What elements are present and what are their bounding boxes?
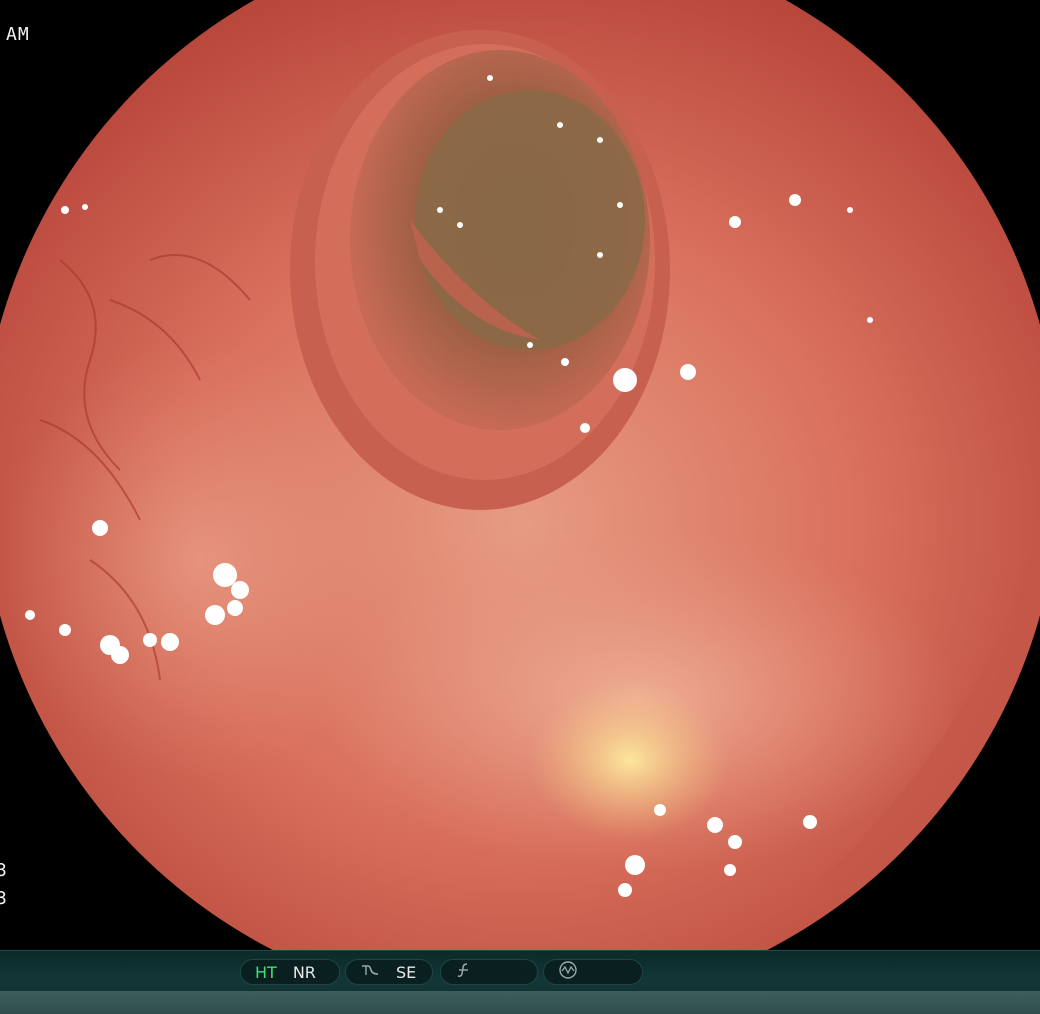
status-pill-waveform[interactable] — [543, 959, 643, 985]
nr-label: NR — [292, 962, 316, 982]
status-bar: HT NR SE — [0, 950, 1040, 1014]
status-pill-se[interactable]: SE — [345, 959, 433, 985]
status-pill-function[interactable] — [440, 959, 538, 985]
function-icon — [455, 962, 473, 983]
overlay-label-left-2: 3 — [0, 888, 8, 909]
endoscopy-image — [0, 0, 1040, 950]
overlay-label-left-1: 3 — [0, 860, 8, 881]
status-pill-ht-nr[interactable]: HT NR — [240, 959, 340, 985]
status-bar-strip — [0, 991, 1040, 1014]
curve-icon — [360, 962, 380, 983]
overlay-label-top-left: AM — [6, 24, 30, 45]
ht-label: HT — [255, 962, 277, 982]
endoscope-screen: AM 3 3 HT NR SE — [0, 0, 1040, 1014]
waveform-icon — [558, 960, 578, 985]
se-label: SE — [396, 962, 417, 982]
